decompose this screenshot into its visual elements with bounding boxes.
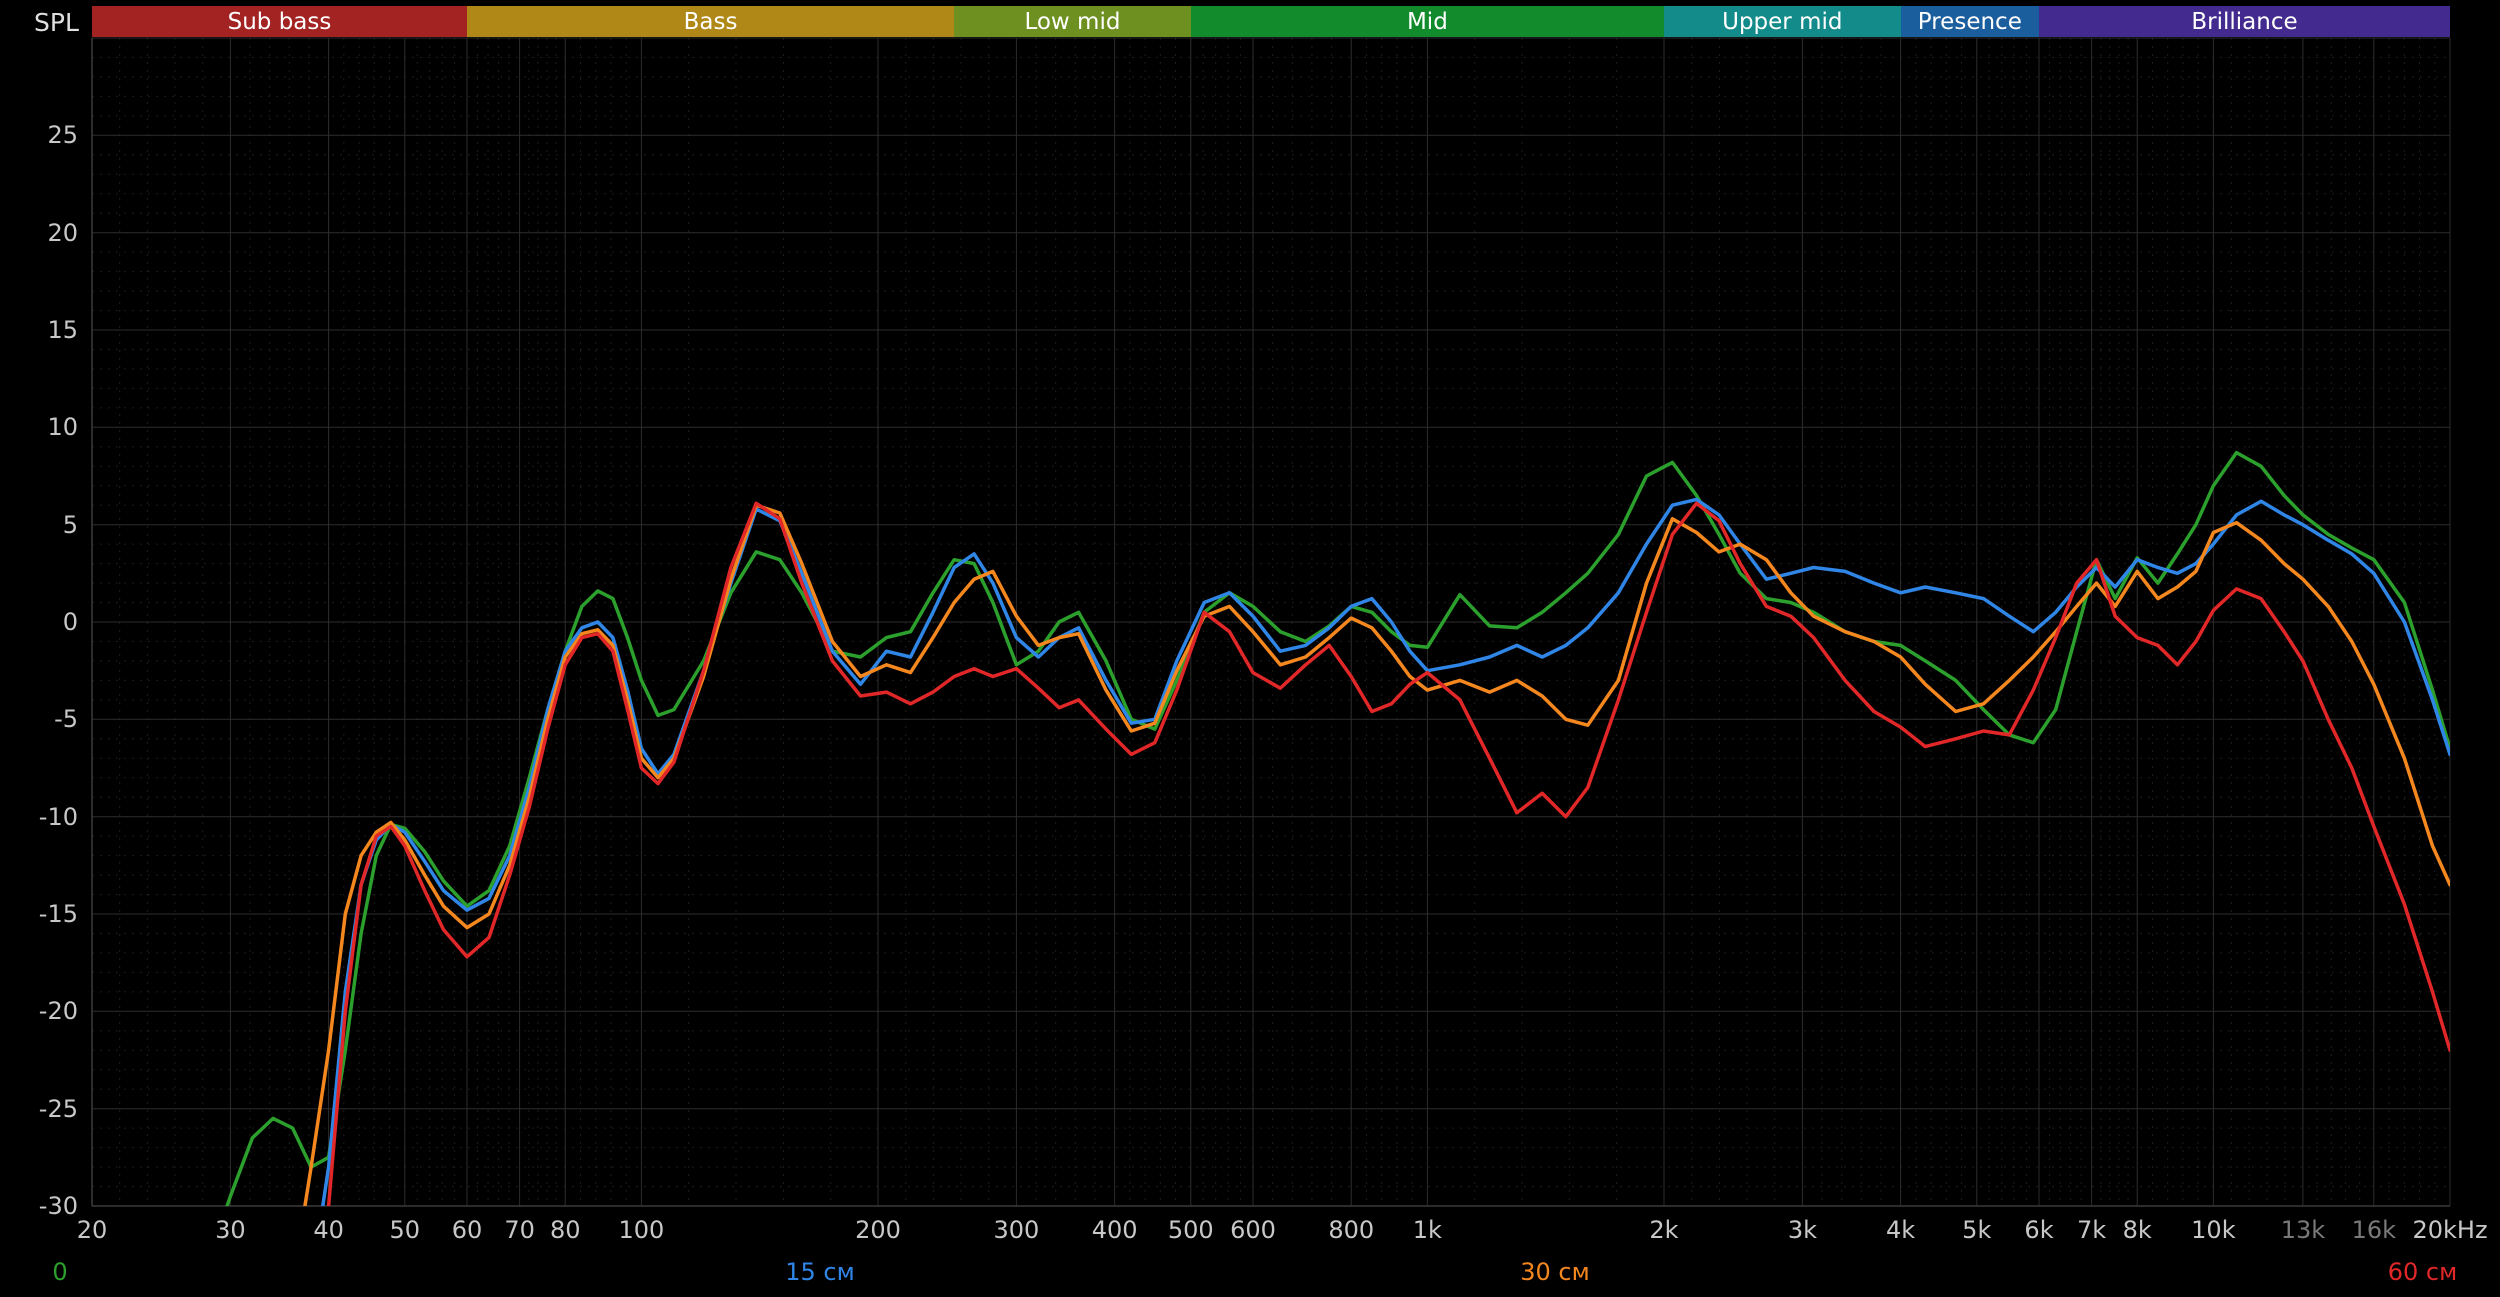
- x-tick-label: 4k: [1886, 1216, 1916, 1244]
- x-tick-label: 200: [855, 1216, 901, 1244]
- x-tick-label: 20kHz: [2412, 1216, 2488, 1244]
- x-tick-label: 20: [76, 1216, 108, 1244]
- x-tick-label: 30: [215, 1216, 246, 1244]
- x-tick-label: 400: [1091, 1216, 1138, 1244]
- y-tick-label: 20: [47, 218, 78, 247]
- x-tick-label: 100: [618, 1216, 665, 1244]
- y-tick-label: -25: [38, 1094, 78, 1123]
- x-tick-label: 600: [1230, 1216, 1276, 1244]
- y-tick-label: 15: [47, 316, 78, 344]
- x-tick-label: 60: [451, 1216, 483, 1244]
- x-tick-label: 300: [993, 1216, 1040, 1244]
- x-tick-label: 3k: [1787, 1216, 1817, 1244]
- x-tick-label: 5k: [1962, 1216, 1992, 1244]
- x-tick-label: 50: [389, 1216, 421, 1244]
- x-tick-label: 13k: [2280, 1216, 2326, 1244]
- legend-item-0: 0: [52, 1258, 68, 1286]
- x-tick-label: 70: [504, 1216, 535, 1244]
- x-tick-label: 800: [1328, 1216, 1375, 1244]
- y-tick-label: 5: [62, 510, 78, 539]
- y-tick-label: 0: [62, 608, 78, 636]
- x-tick-label: 8k: [2122, 1216, 2152, 1244]
- x-tick-label: 2k: [1649, 1216, 1679, 1244]
- y-tick-label: -20: [38, 997, 78, 1026]
- x-tick-label: 10k: [2191, 1216, 2236, 1244]
- legend-item-30-см: 30 см: [1520, 1258, 1590, 1286]
- curve-15-см: [321, 497, 2450, 1206]
- x-tick-label: 16k: [2351, 1216, 2397, 1244]
- legend-item-15-см: 15 см: [785, 1258, 855, 1286]
- legend-item-60-см: 60 см: [2387, 1258, 2458, 1286]
- x-tick-label: 6k: [2024, 1216, 2054, 1244]
- y-tick-label: 25: [47, 121, 78, 150]
- x-tick-label: 80: [549, 1216, 581, 1244]
- y-tick-label: -15: [38, 900, 78, 928]
- y-tick-label: 10: [47, 413, 78, 442]
- frequency-response-plot: [91, 37, 2451, 1207]
- y-tick-label: -5: [54, 705, 78, 734]
- x-tick-label: 1k: [1412, 1216, 1442, 1244]
- y-tick-label: -30: [38, 1192, 78, 1220]
- y-tick-label: -10: [38, 802, 78, 831]
- spl-chart-window: SPL Sub bass Bass Low mid Mid Upper mid Prese…: [0, 0, 2500, 1297]
- x-tick-label: 7k: [2077, 1216, 2107, 1244]
- x-tick-label: 500: [1167, 1216, 1214, 1244]
- x-tick-label: 40: [313, 1216, 344, 1244]
